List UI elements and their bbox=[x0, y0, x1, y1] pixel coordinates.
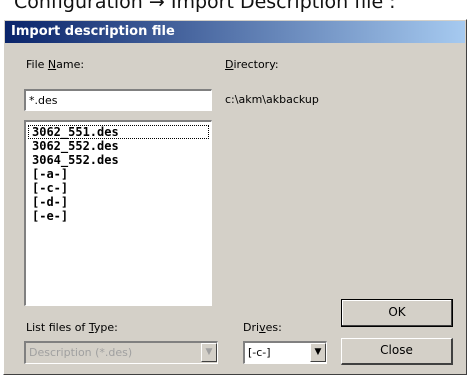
file-list-item[interactable]: [-e-] bbox=[28, 209, 209, 223]
file-list-item[interactable]: 3062_551.des bbox=[28, 125, 209, 139]
file-name-label: File Name: bbox=[26, 58, 85, 71]
file-type-select[interactable]: Description (*.des) ▼ bbox=[24, 341, 218, 364]
file-list[interactable]: 3062_551.des 3062_552.des 3064_552.des [-a-… bbox=[24, 120, 212, 306]
drives-label: Drives: bbox=[243, 321, 282, 334]
file-type-value: Description (*.des) bbox=[29, 346, 133, 359]
file-name-input[interactable]: *.des bbox=[24, 89, 212, 111]
ok-button[interactable]: OK bbox=[341, 299, 453, 327]
dialog-title: Import description file bbox=[5, 21, 465, 43]
file-list-item[interactable]: 3062_552.des bbox=[28, 139, 209, 153]
file-list-item[interactable]: [-d-] bbox=[28, 195, 209, 209]
drives-select[interactable]: [-c-] ▼ bbox=[243, 341, 327, 364]
file-list-item[interactable]: [-c-] bbox=[28, 181, 209, 195]
file-type-label: List files of Type: bbox=[26, 321, 118, 334]
file-list-item[interactable]: [-a-] bbox=[28, 167, 209, 181]
page-caption: Configuration → Import Description file … bbox=[14, 0, 396, 13]
chevron-down-icon[interactable]: ▼ bbox=[310, 343, 326, 362]
file-list-item[interactable]: 3064_552.des bbox=[28, 153, 209, 167]
directory-label: Directory: bbox=[225, 58, 279, 71]
directory-value: c:\akm\akbackup bbox=[225, 93, 319, 106]
chevron-down-icon[interactable]: ▼ bbox=[201, 343, 217, 362]
close-button[interactable]: Close bbox=[341, 338, 453, 365]
import-description-dialog: Import description file File Name: Direc… bbox=[3, 19, 467, 375]
drives-value: [-c-] bbox=[248, 346, 271, 359]
